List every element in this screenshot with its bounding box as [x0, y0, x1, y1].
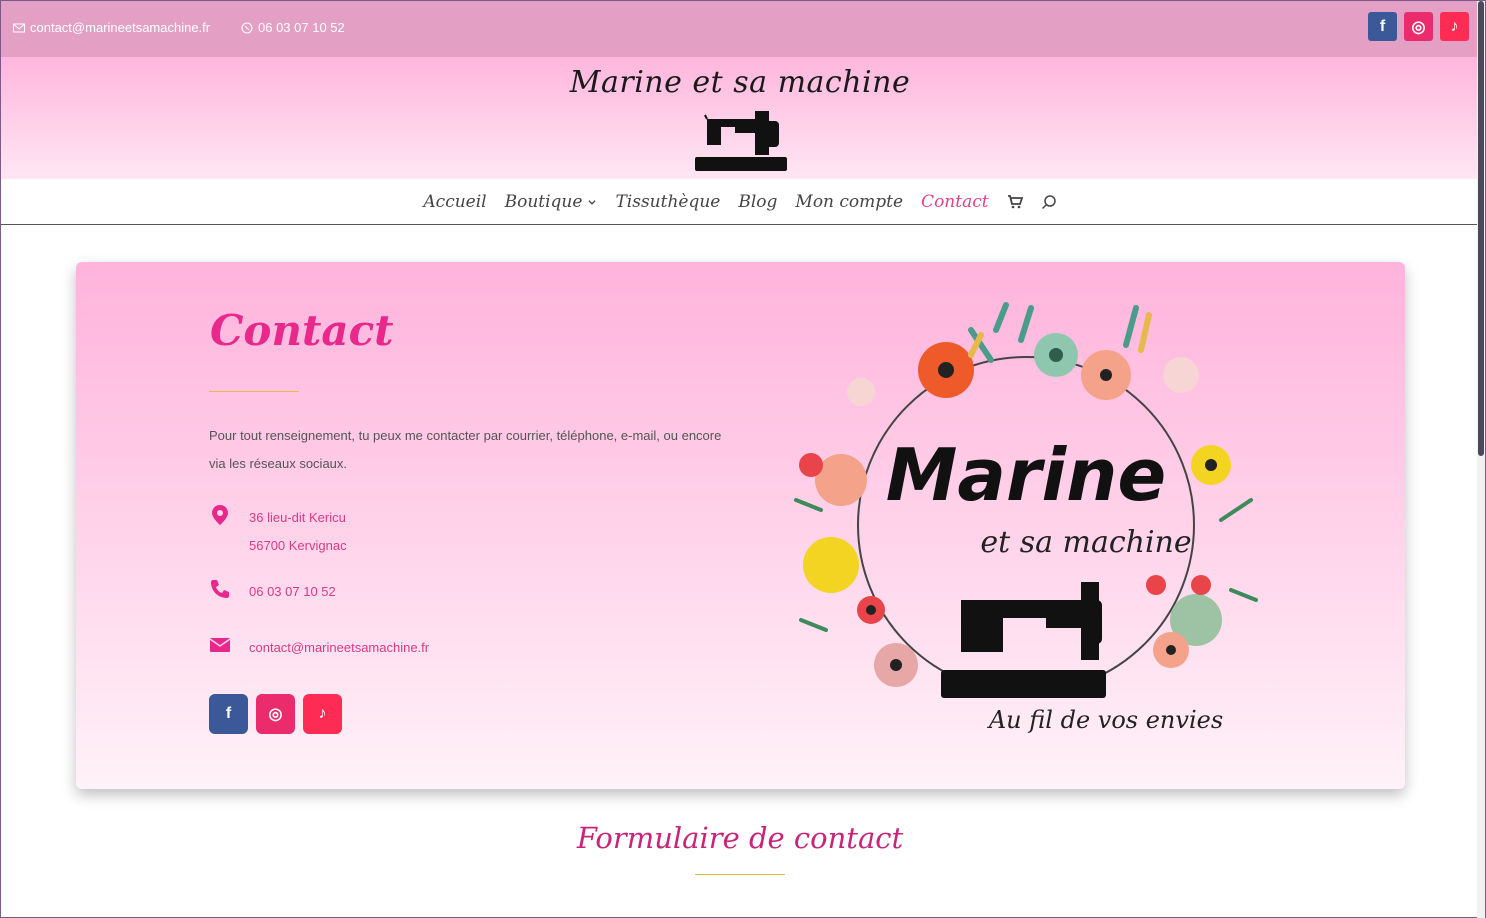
phone-icon	[211, 580, 229, 598]
email-text: contact@marineetsamachine.fr	[249, 640, 430, 655]
contact-description: Pour tout renseignement, tu peux me cont…	[209, 428, 722, 471]
address-line-1: 36 lieu-dit Kericu	[249, 510, 346, 525]
cart-icon[interactable]	[1007, 194, 1023, 210]
nav-item-blog[interactable]: Blog	[738, 192, 777, 212]
chevron-down-icon	[588, 199, 597, 205]
site-brand-name[interactable]: Marine et sa machine	[1, 65, 1479, 100]
instagram-icon[interactable]: ◎	[256, 694, 295, 734]
tiktok-icon[interactable]: ♪	[1440, 12, 1469, 41]
site-header: Marine et sa machine	[1, 57, 1479, 179]
phone-text: 06 03 07 10 52	[249, 584, 336, 599]
facebook-icon[interactable]: f	[1368, 12, 1397, 41]
floral-wreath-logo: Marine et sa machine Au fil de vos envie…	[794, 302, 1258, 734]
phone-icon	[241, 22, 253, 33]
envelope-icon	[209, 638, 231, 652]
instagram-icon[interactable]: ◎	[1404, 12, 1433, 41]
main-nav: Accueil Boutique Tissuthèque Blog Mon co…	[1, 179, 1479, 225]
tiktok-icon[interactable]: ♪	[303, 694, 342, 734]
search-icon[interactable]	[1041, 194, 1057, 210]
top-phone-text: 06 03 07 10 52	[258, 20, 345, 35]
top-social-links: f ◎ ♪	[1368, 12, 1469, 41]
address-line-2: 56700 Kervignac	[249, 538, 347, 553]
form-title: Formulaire de contact	[576, 821, 904, 855]
scrollbar-thumb[interactable]	[1478, 1, 1484, 456]
title-divider	[209, 391, 299, 392]
scrollbar[interactable]	[1477, 1, 1485, 918]
location-pin-icon	[212, 505, 228, 525]
nav-item-mon-compte[interactable]: Mon compte	[795, 192, 903, 212]
card-social-links: f ◎ ♪	[209, 694, 342, 734]
mail-icon	[13, 23, 25, 32]
contact-email[interactable]: contact@marineetsamachine.fr	[209, 634, 429, 662]
top-bar: contact@marineetsamachine.fr 06 03 07 10…	[1, 1, 1479, 57]
contact-address: 36 lieu-dit Kericu 56700 Kervignac	[209, 504, 347, 560]
top-email-link[interactable]: contact@marineetsamachine.fr	[13, 20, 210, 35]
nav-item-boutique[interactable]: Boutique	[505, 192, 598, 212]
form-title-divider	[695, 874, 785, 875]
logo-tagline-text: Au fil de vos envies	[987, 706, 1223, 734]
contact-card: Contact Pour tout renseignement, tu peux…	[76, 262, 1405, 789]
logo-title-text: Marine	[886, 433, 1167, 517]
logo-subtitle-text: et sa machine	[980, 525, 1191, 560]
nav-item-contact[interactable]: Contact	[921, 192, 989, 212]
sewing-machine-logo-icon[interactable]	[695, 105, 787, 171]
facebook-icon[interactable]: f	[209, 694, 248, 734]
contact-title: Contact	[210, 306, 394, 355]
top-email-text: contact@marineetsamachine.fr	[30, 20, 211, 35]
nav-item-accueil[interactable]: Accueil	[423, 192, 486, 212]
top-phone-link[interactable]: 06 03 07 10 52	[241, 20, 345, 35]
sewing-machine-icon	[941, 582, 1106, 698]
contact-phone[interactable]: 06 03 07 10 52	[209, 578, 336, 606]
nav-item-tissutheque[interactable]: Tissuthèque	[615, 192, 720, 212]
